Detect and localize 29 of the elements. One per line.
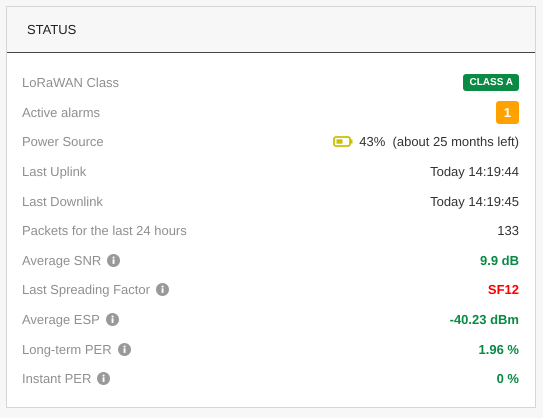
field-value: 133 (497, 223, 519, 238)
field-label: Last Downlink (22, 194, 103, 209)
info-icon[interactable] (106, 313, 119, 326)
card-title: STATUS (27, 22, 76, 37)
field-label: Average SNR (22, 252, 102, 268)
info-icon[interactable] (107, 254, 120, 267)
info-icon[interactable] (118, 342, 131, 356)
field-label: Last Spreading Factor (22, 282, 150, 298)
info-icon[interactable] (156, 283, 169, 296)
metric-value: 0 % (496, 371, 519, 386)
info-icon[interactable] (97, 372, 110, 386)
field-label: LoRaWAN Class (22, 75, 120, 90)
metric-value: -40.23 dBm (450, 312, 519, 328)
status-badge: CLASS A (463, 74, 519, 92)
field-value: Today 14:19:45 (430, 194, 519, 209)
field-label: Last Uplink (22, 164, 86, 180)
field-label: Packets for the last 24 hours (22, 223, 187, 238)
status-badge: 1 (496, 100, 519, 124)
field-label: Active alarms (22, 104, 100, 120)
metric-value: 1.96 % (478, 342, 519, 357)
metric-value: 9.9 dB (480, 252, 519, 268)
field-value: Today 14:19:44 (430, 164, 519, 180)
battery-reading: 43% (about 25 months left) (359, 134, 519, 150)
battery-icon (333, 136, 354, 148)
field-label: Power Source (22, 134, 104, 150)
field-label: Average ESP (22, 312, 100, 328)
metric-value: SF12 (488, 282, 519, 298)
field-label: Instant PER (22, 371, 92, 386)
field-label: Long-term PER (22, 342, 112, 357)
